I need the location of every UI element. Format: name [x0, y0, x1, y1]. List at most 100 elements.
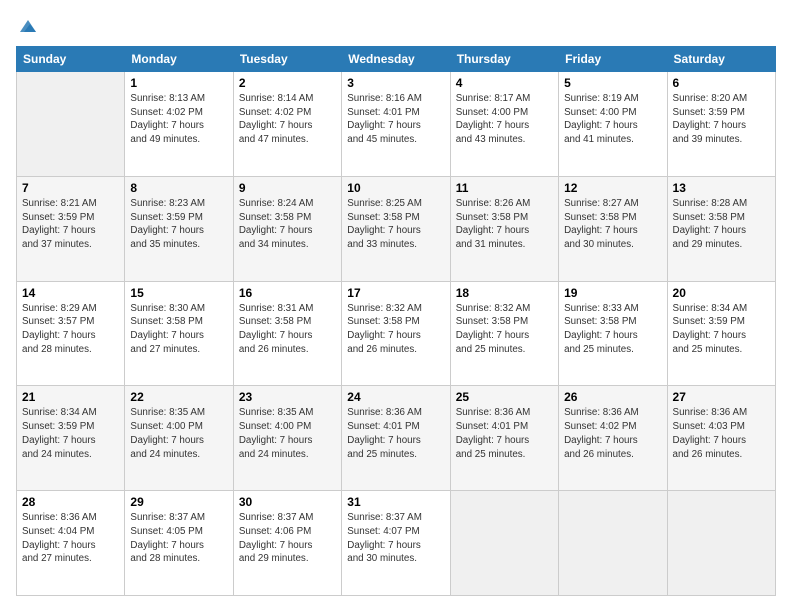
day-info: Sunrise: 8:21 AMSunset: 3:59 PMDaylight:… — [22, 197, 119, 252]
week-row-1: 1 Sunrise: 8:13 AMSunset: 4:02 PMDaylight… — [17, 72, 776, 177]
week-row-2: 7Sunrise: 8:21 AMSunset: 3:59 PMDaylight… — [17, 176, 776, 281]
empty-cell — [450, 491, 558, 596]
day-cell-8: 8Sunrise: 8:23 AMSunset: 3:59 PMDaylight… — [125, 176, 233, 281]
day-info: Sunrise: 8:36 AMSunset: 4:01 PMDaylight:… — [347, 406, 444, 461]
day-info: Sunrise: 8:37 AMSunset: 4:06 PMDaylight:… — [239, 511, 336, 566]
day-cell-3: 3 Sunrise: 8:16 AMSunset: 4:01 PMDaylight… — [342, 72, 450, 177]
empty-cell — [559, 491, 667, 596]
day-cell-5: 5 Sunrise: 8:19 AMSunset: 4:00 PMDaylight… — [559, 72, 667, 177]
day-info: Sunrise: 8:23 AMSunset: 3:59 PMDaylight:… — [130, 197, 227, 252]
day-cell-27: 27 Sunrise: 8:36 AMSunset: 4:03 PMDayligh… — [667, 386, 775, 491]
day-cell-15: 15 Sunrise: 8:30 AMSunset: 3:58 PMDayligh… — [125, 281, 233, 386]
day-info: Sunrise: 8:30 AMSunset: 3:58 PMDaylight:… — [130, 302, 227, 357]
day-info: Sunrise: 8:13 AMSunset: 4:02 PMDaylight:… — [130, 92, 227, 147]
day-number: 17 — [347, 286, 444, 300]
day-cell-22: 22Sunrise: 8:35 AMSunset: 4:00 PMDayligh… — [125, 386, 233, 491]
day-cell-4: 4 Sunrise: 8:17 AMSunset: 4:00 PMDaylight… — [450, 72, 558, 177]
day-info: Sunrise: 8:36 AMSunset: 4:02 PMDaylight:… — [564, 406, 661, 461]
day-info: Sunrise: 8:20 AMSunset: 3:59 PMDaylight:… — [673, 92, 770, 147]
day-info: Sunrise: 8:28 AMSunset: 3:58 PMDaylight:… — [673, 197, 770, 252]
day-cell-20: 20Sunrise: 8:34 AMSunset: 3:59 PMDayligh… — [667, 281, 775, 386]
day-info: Sunrise: 8:16 AMSunset: 4:01 PMDaylight:… — [347, 92, 444, 147]
day-cell-9: 9 Sunrise: 8:24 AMSunset: 3:58 PMDaylight… — [233, 176, 341, 281]
day-number: 26 — [564, 390, 661, 404]
weekday-header-row: SundayMondayTuesdayWednesdayThursdayFrid… — [17, 47, 776, 72]
day-number: 12 — [564, 181, 661, 195]
day-number: 30 — [239, 495, 336, 509]
day-info: Sunrise: 8:24 AMSunset: 3:58 PMDaylight:… — [239, 197, 336, 252]
week-row-4: 21 Sunrise: 8:34 AMSunset: 3:59 PMDayligh… — [17, 386, 776, 491]
weekday-monday: Monday — [125, 47, 233, 72]
day-info: Sunrise: 8:37 AMSunset: 4:05 PMDaylight:… — [130, 511, 227, 566]
day-info: Sunrise: 8:19 AMSunset: 4:00 PMDaylight:… — [564, 92, 661, 147]
day-number: 3 — [347, 76, 444, 90]
day-number: 13 — [673, 181, 770, 195]
page: SundayMondayTuesdayWednesdayThursdayFrid… — [0, 0, 792, 612]
week-row-5: 28 Sunrise: 8:36 AMSunset: 4:04 PMDayligh… — [17, 491, 776, 596]
empty-cell — [667, 491, 775, 596]
calendar-table: SundayMondayTuesdayWednesdayThursdayFrid… — [16, 46, 776, 596]
day-number: 9 — [239, 181, 336, 195]
day-cell-24: 24 Sunrise: 8:36 AMSunset: 4:01 PMDayligh… — [342, 386, 450, 491]
day-cell-18: 18Sunrise: 8:32 AMSunset: 3:58 PMDayligh… — [450, 281, 558, 386]
day-info: Sunrise: 8:31 AMSunset: 3:58 PMDaylight:… — [239, 302, 336, 357]
day-number: 1 — [130, 76, 227, 90]
day-info: Sunrise: 8:36 AMSunset: 4:03 PMDaylight:… — [673, 406, 770, 461]
day-info: Sunrise: 8:17 AMSunset: 4:00 PMDaylight:… — [456, 92, 553, 147]
day-number: 24 — [347, 390, 444, 404]
day-cell-21: 21 Sunrise: 8:34 AMSunset: 3:59 PMDayligh… — [17, 386, 125, 491]
day-cell-7: 7Sunrise: 8:21 AMSunset: 3:59 PMDaylight… — [17, 176, 125, 281]
day-cell-12: 12Sunrise: 8:27 AMSunset: 3:58 PMDayligh… — [559, 176, 667, 281]
day-cell-6: 6 Sunrise: 8:20 AMSunset: 3:59 PMDaylight… — [667, 72, 775, 177]
day-number: 11 — [456, 181, 553, 195]
day-cell-31: 31 Sunrise: 8:37 AMSunset: 4:07 PMDayligh… — [342, 491, 450, 596]
day-cell-1: 1 Sunrise: 8:13 AMSunset: 4:02 PMDaylight… — [125, 72, 233, 177]
logo-icon — [18, 16, 38, 36]
day-cell-10: 10Sunrise: 8:25 AMSunset: 3:58 PMDayligh… — [342, 176, 450, 281]
day-number: 20 — [673, 286, 770, 300]
day-info: Sunrise: 8:26 AMSunset: 3:58 PMDaylight:… — [456, 197, 553, 252]
day-number: 22 — [130, 390, 227, 404]
day-number: 14 — [22, 286, 119, 300]
day-info: Sunrise: 8:32 AMSunset: 3:58 PMDaylight:… — [456, 302, 553, 357]
day-number: 19 — [564, 286, 661, 300]
day-info: Sunrise: 8:32 AMSunset: 3:58 PMDaylight:… — [347, 302, 444, 357]
day-cell-17: 17 Sunrise: 8:32 AMSunset: 3:58 PMDayligh… — [342, 281, 450, 386]
day-number: 25 — [456, 390, 553, 404]
weekday-thursday: Thursday — [450, 47, 558, 72]
day-cell-11: 11 Sunrise: 8:26 AMSunset: 3:58 PMDayligh… — [450, 176, 558, 281]
day-number: 28 — [22, 495, 119, 509]
day-number: 6 — [673, 76, 770, 90]
day-number: 21 — [22, 390, 119, 404]
day-cell-30: 30 Sunrise: 8:37 AMSunset: 4:06 PMDayligh… — [233, 491, 341, 596]
weekday-wednesday: Wednesday — [342, 47, 450, 72]
day-info: Sunrise: 8:36 AMSunset: 4:01 PMDaylight:… — [456, 406, 553, 461]
day-cell-2: 2 Sunrise: 8:14 AMSunset: 4:02 PMDaylight… — [233, 72, 341, 177]
week-row-3: 14Sunrise: 8:29 AMSunset: 3:57 PMDayligh… — [17, 281, 776, 386]
day-number: 15 — [130, 286, 227, 300]
day-number: 27 — [673, 390, 770, 404]
day-info: Sunrise: 8:34 AMSunset: 3:59 PMDaylight:… — [22, 406, 119, 461]
day-cell-13: 13 Sunrise: 8:28 AMSunset: 3:58 PMDayligh… — [667, 176, 775, 281]
day-number: 16 — [239, 286, 336, 300]
day-cell-19: 19 Sunrise: 8:33 AMSunset: 3:58 PMDayligh… — [559, 281, 667, 386]
weekday-friday: Friday — [559, 47, 667, 72]
day-number: 5 — [564, 76, 661, 90]
day-cell-26: 26 Sunrise: 8:36 AMSunset: 4:02 PMDayligh… — [559, 386, 667, 491]
weekday-saturday: Saturday — [667, 47, 775, 72]
day-number: 23 — [239, 390, 336, 404]
day-info: Sunrise: 8:37 AMSunset: 4:07 PMDaylight:… — [347, 511, 444, 566]
day-cell-23: 23 Sunrise: 8:35 AMSunset: 4:00 PMDayligh… — [233, 386, 341, 491]
day-number: 4 — [456, 76, 553, 90]
day-number: 2 — [239, 76, 336, 90]
day-number: 31 — [347, 495, 444, 509]
day-cell-16: 16 Sunrise: 8:31 AMSunset: 3:58 PMDayligh… — [233, 281, 341, 386]
day-info: Sunrise: 8:25 AMSunset: 3:58 PMDaylight:… — [347, 197, 444, 252]
day-info: Sunrise: 8:35 AMSunset: 4:00 PMDaylight:… — [239, 406, 336, 461]
logo — [16, 16, 38, 36]
weekday-sunday: Sunday — [17, 47, 125, 72]
empty-cell — [17, 72, 125, 177]
day-info: Sunrise: 8:36 AMSunset: 4:04 PMDaylight:… — [22, 511, 119, 566]
day-info: Sunrise: 8:33 AMSunset: 3:58 PMDaylight:… — [564, 302, 661, 357]
day-info: Sunrise: 8:14 AMSunset: 4:02 PMDaylight:… — [239, 92, 336, 147]
